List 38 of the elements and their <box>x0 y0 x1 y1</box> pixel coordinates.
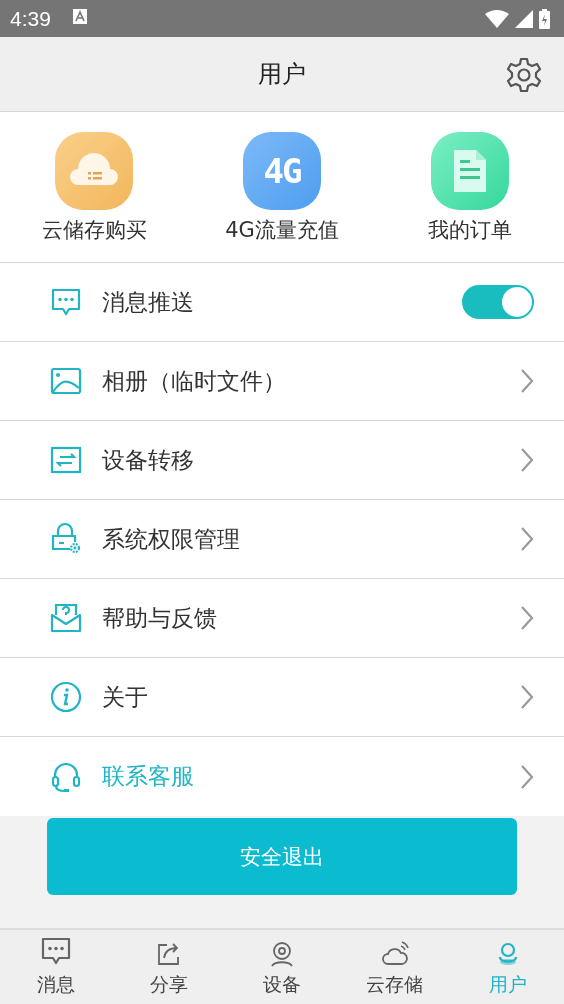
tab-label[interactable]: 消息 <box>37 972 76 998</box>
page-title: 用户 <box>258 59 306 90</box>
tab[interactable]: 分享 <box>112 930 226 1004</box>
signal-icon <box>515 9 533 28</box>
clock-time: 4:39 <box>10 6 51 31</box>
tab-label[interactable]: 云存储 <box>366 972 424 998</box>
chevron-right-icon <box>520 368 534 394</box>
shortcut-label[interactable]: 我的订单 <box>428 216 512 244</box>
tab[interactable]: 消息 <box>0 930 113 1004</box>
tab[interactable]: 设备 <box>225 930 339 1004</box>
tab[interactable]: 云存储 <box>338 930 452 1004</box>
cloud-app-icon[interactable] <box>55 132 133 210</box>
shortcut-label[interactable]: 云储存购买 <box>41 216 147 244</box>
menu-item-label[interactable]: 设备转移 <box>102 444 194 476</box>
chevron-right-icon <box>520 447 534 473</box>
menu-item-label[interactable]: 帮助与反馈 <box>102 602 217 634</box>
info-icon <box>49 680 83 714</box>
webcam-icon <box>268 940 296 968</box>
tab-label[interactable]: 设备 <box>263 972 301 998</box>
battery-charging-icon <box>539 8 550 29</box>
settings-icon[interactable] <box>506 57 542 93</box>
chevron-right-icon <box>520 526 534 552</box>
toggle-switch[interactable] <box>462 285 534 319</box>
keyboard-notification-icon <box>72 9 87 24</box>
chevron-right-icon <box>520 684 534 710</box>
shortcut-label[interactable]: 4G流量充值 <box>225 216 339 244</box>
menu-item-label[interactable]: 系统权限管理 <box>102 523 240 555</box>
tab-label[interactable]: 分享 <box>150 972 189 998</box>
chevron-right-icon <box>520 763 534 790</box>
document-app-icon[interactable] <box>431 132 509 210</box>
chevron-right-icon <box>520 605 534 631</box>
menu-item-label[interactable]: 消息推送 <box>102 286 194 318</box>
cloud-icon <box>379 940 410 968</box>
wifi-icon <box>485 9 509 28</box>
menu-item-label[interactable]: 关于 <box>102 681 148 713</box>
help-mail-icon <box>49 601 83 635</box>
menu-item-label[interactable]: 相册（临时文件） <box>102 365 286 397</box>
lock-gear-icon <box>49 522 83 556</box>
